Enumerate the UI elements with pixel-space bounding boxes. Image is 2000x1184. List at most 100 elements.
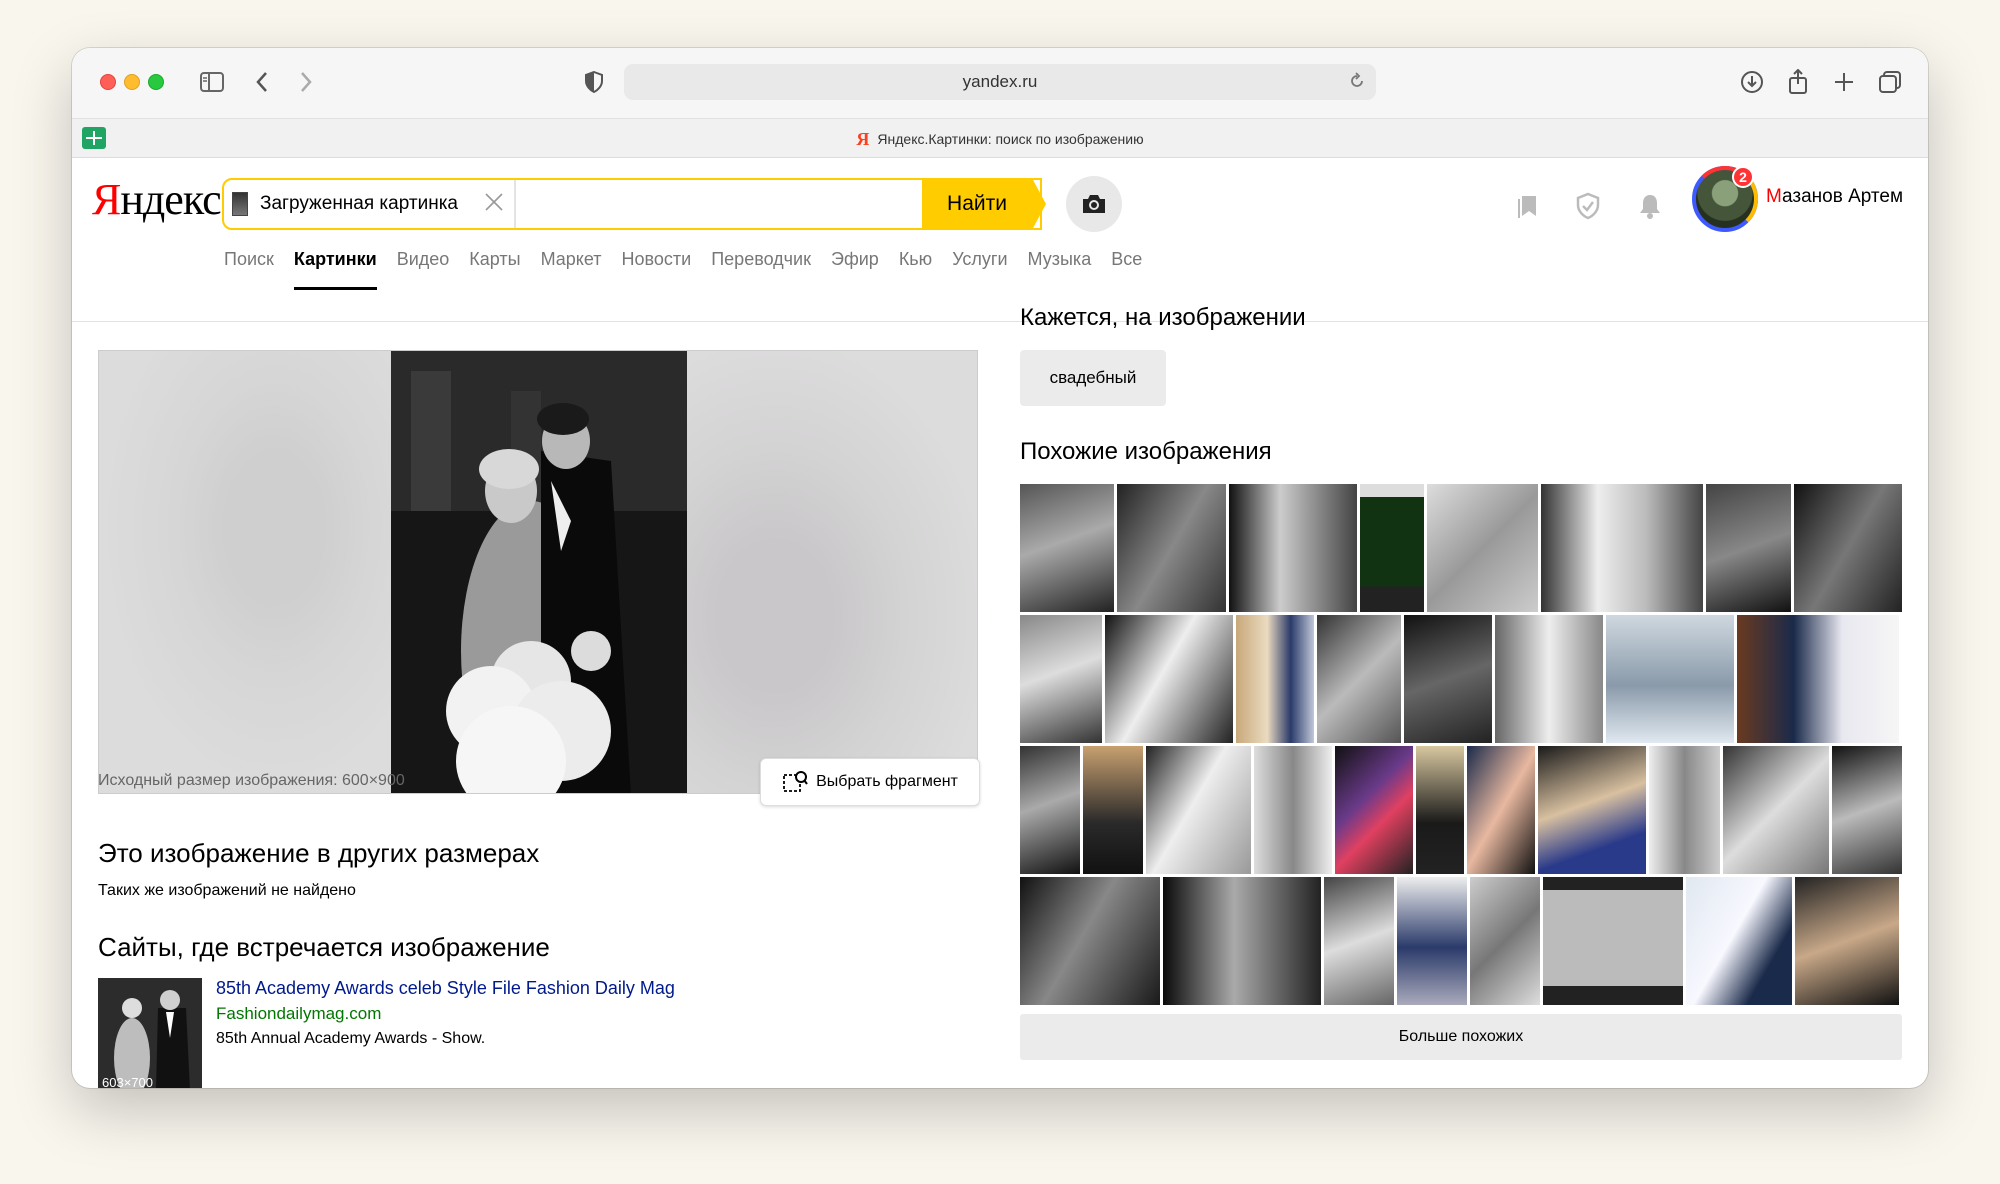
service-q[interactable]: Кью: [899, 244, 932, 290]
user-name[interactable]: Мазанов Артем: [1766, 186, 1903, 208]
uploaded-image-preview[interactable]: [98, 350, 978, 794]
service-translator[interactable]: Переводчик: [711, 244, 811, 290]
similar-image[interactable]: [1020, 615, 1102, 743]
similar-image[interactable]: [1404, 615, 1492, 743]
collections-icon[interactable]: [1510, 188, 1546, 224]
similar-image[interactable]: [1537, 746, 1646, 874]
zoom-window-button[interactable]: [148, 74, 164, 90]
similar-image[interactable]: [1543, 877, 1683, 1005]
search-box[interactable]: Загруженная картинка: [222, 178, 1042, 230]
similar-image[interactable]: [1426, 484, 1539, 612]
notifications-bell-icon[interactable]: [1632, 188, 1668, 224]
similar-image[interactable]: [1466, 746, 1535, 874]
similar-image[interactable]: [1723, 746, 1830, 874]
similar-image[interactable]: [1335, 746, 1414, 874]
similar-image[interactable]: [1541, 484, 1703, 612]
similar-image[interactable]: [1832, 746, 1902, 874]
reload-icon[interactable]: [1348, 72, 1366, 95]
similar-image[interactable]: [1229, 484, 1357, 612]
similar-images-grid: [1020, 484, 1903, 1005]
similar-image[interactable]: [1163, 877, 1321, 1005]
similar-image[interactable]: [1116, 484, 1227, 612]
tag-wedding-button[interactable]: свадебный: [1020, 350, 1166, 406]
similar-row: [1020, 746, 1902, 874]
similar-image[interactable]: [1705, 484, 1792, 612]
select-fragment-icon: [782, 770, 808, 794]
sidebar-toggle-icon[interactable]: [196, 66, 228, 98]
service-search[interactable]: Поиск: [224, 244, 274, 290]
preview-blur-right: [687, 351, 977, 793]
similar-image[interactable]: [1105, 615, 1233, 743]
active-tab-title: Яндекс.Картинки: поиск по изображению: [877, 131, 1144, 147]
similar-image[interactable]: [1254, 746, 1333, 874]
privacy-shield-icon[interactable]: [580, 66, 608, 98]
service-uslugi[interactable]: Услуги: [952, 244, 1007, 290]
similar-image[interactable]: [1606, 615, 1734, 743]
find-button[interactable]: Найти: [922, 178, 1046, 230]
similar-image[interactable]: [1686, 877, 1792, 1005]
similar-image[interactable]: [1470, 877, 1540, 1005]
similar-image[interactable]: [1397, 877, 1467, 1005]
back-icon[interactable]: [248, 66, 276, 98]
original-size-note: Исходный размер изображения: 600×900: [98, 772, 405, 789]
protect-shield-icon[interactable]: [1570, 188, 1606, 224]
remove-image-icon[interactable]: [480, 188, 508, 220]
service-all[interactable]: Все: [1111, 244, 1142, 290]
similar-image[interactable]: [1324, 877, 1394, 1005]
preview-blur-left: [99, 351, 391, 793]
select-fragment-button[interactable]: Выбрать фрагмент: [760, 758, 980, 806]
service-images[interactable]: Картинки: [293, 244, 377, 290]
yandex-header: Яндекс Загруженная картинка Найти 2 Маза…: [72, 158, 1928, 322]
service-market[interactable]: Маркет: [541, 244, 602, 290]
more-similar-button[interactable]: Больше похожих: [1020, 1014, 1902, 1060]
similar-row: [1020, 877, 1902, 1005]
similar-image[interactable]: [1495, 615, 1603, 743]
similar-image[interactable]: [1236, 615, 1314, 743]
camera-search-icon[interactable]: [1066, 176, 1122, 232]
site-title-link[interactable]: 85th Academy Awards celeb Style File Fas…: [216, 978, 675, 999]
new-tab-icon[interactable]: [1828, 66, 1860, 98]
logo-rest: ндекс: [120, 175, 221, 224]
similar-row: [1020, 615, 1902, 743]
forward-icon[interactable]: [292, 66, 320, 98]
sites-heading: Сайты, где встречается изображение: [98, 932, 550, 962]
similar-image[interactable]: [1020, 746, 1080, 874]
site-thumb-size: 603×700: [102, 1075, 153, 1088]
similar-image[interactable]: [1359, 484, 1424, 612]
similar-image[interactable]: [1020, 484, 1114, 612]
search-divider: [514, 180, 516, 228]
user-name-first: М: [1766, 186, 1783, 207]
site-url-link[interactable]: Fashiondailymag.com: [216, 1004, 381, 1024]
similar-image[interactable]: [1648, 746, 1721, 874]
downloads-icon[interactable]: [1736, 66, 1768, 98]
yandex-logo[interactable]: Яндекс: [92, 174, 222, 225]
minimize-window-button[interactable]: [124, 74, 140, 90]
similar-image[interactable]: [1737, 615, 1899, 743]
logo-first-letter: Я: [92, 175, 121, 224]
service-news[interactable]: Новости: [622, 244, 692, 290]
service-maps[interactable]: Карты: [469, 244, 520, 290]
browser-toolbar: yandex.ru: [72, 48, 1928, 118]
browser-window: yandex.ru Я Яндекс.Картинки: поиск по из…: [72, 48, 1928, 1088]
site-thumbnail[interactable]: 603×700: [98, 978, 202, 1088]
preview-photo: [391, 351, 687, 793]
uploaded-image-thumb: [232, 192, 248, 216]
tab-overview-icon[interactable]: [1874, 66, 1906, 98]
service-music[interactable]: Музыка: [1028, 244, 1092, 290]
similar-image[interactable]: [1794, 484, 1903, 612]
service-efir[interactable]: Эфир: [831, 244, 879, 290]
similar-image[interactable]: [1795, 877, 1899, 1005]
close-window-button[interactable]: [100, 74, 116, 90]
similar-image[interactable]: [1416, 746, 1464, 874]
similar-image[interactable]: [1145, 746, 1252, 874]
share-icon[interactable]: [1782, 66, 1814, 98]
similar-image[interactable]: [1082, 746, 1143, 874]
uploaded-image-chip: Загруженная картинка: [232, 188, 458, 220]
service-video[interactable]: Видео: [397, 244, 450, 290]
active-tab[interactable]: Я Яндекс.Картинки: поиск по изображению: [72, 119, 1928, 159]
similar-image[interactable]: [1020, 877, 1160, 1005]
user-name-rest: азанов Артем: [1782, 186, 1904, 207]
similar-image[interactable]: [1317, 615, 1401, 743]
address-bar[interactable]: yandex.ru: [624, 64, 1376, 100]
site-description: 85th Annual Academy Awards - Show.: [216, 1030, 486, 1047]
